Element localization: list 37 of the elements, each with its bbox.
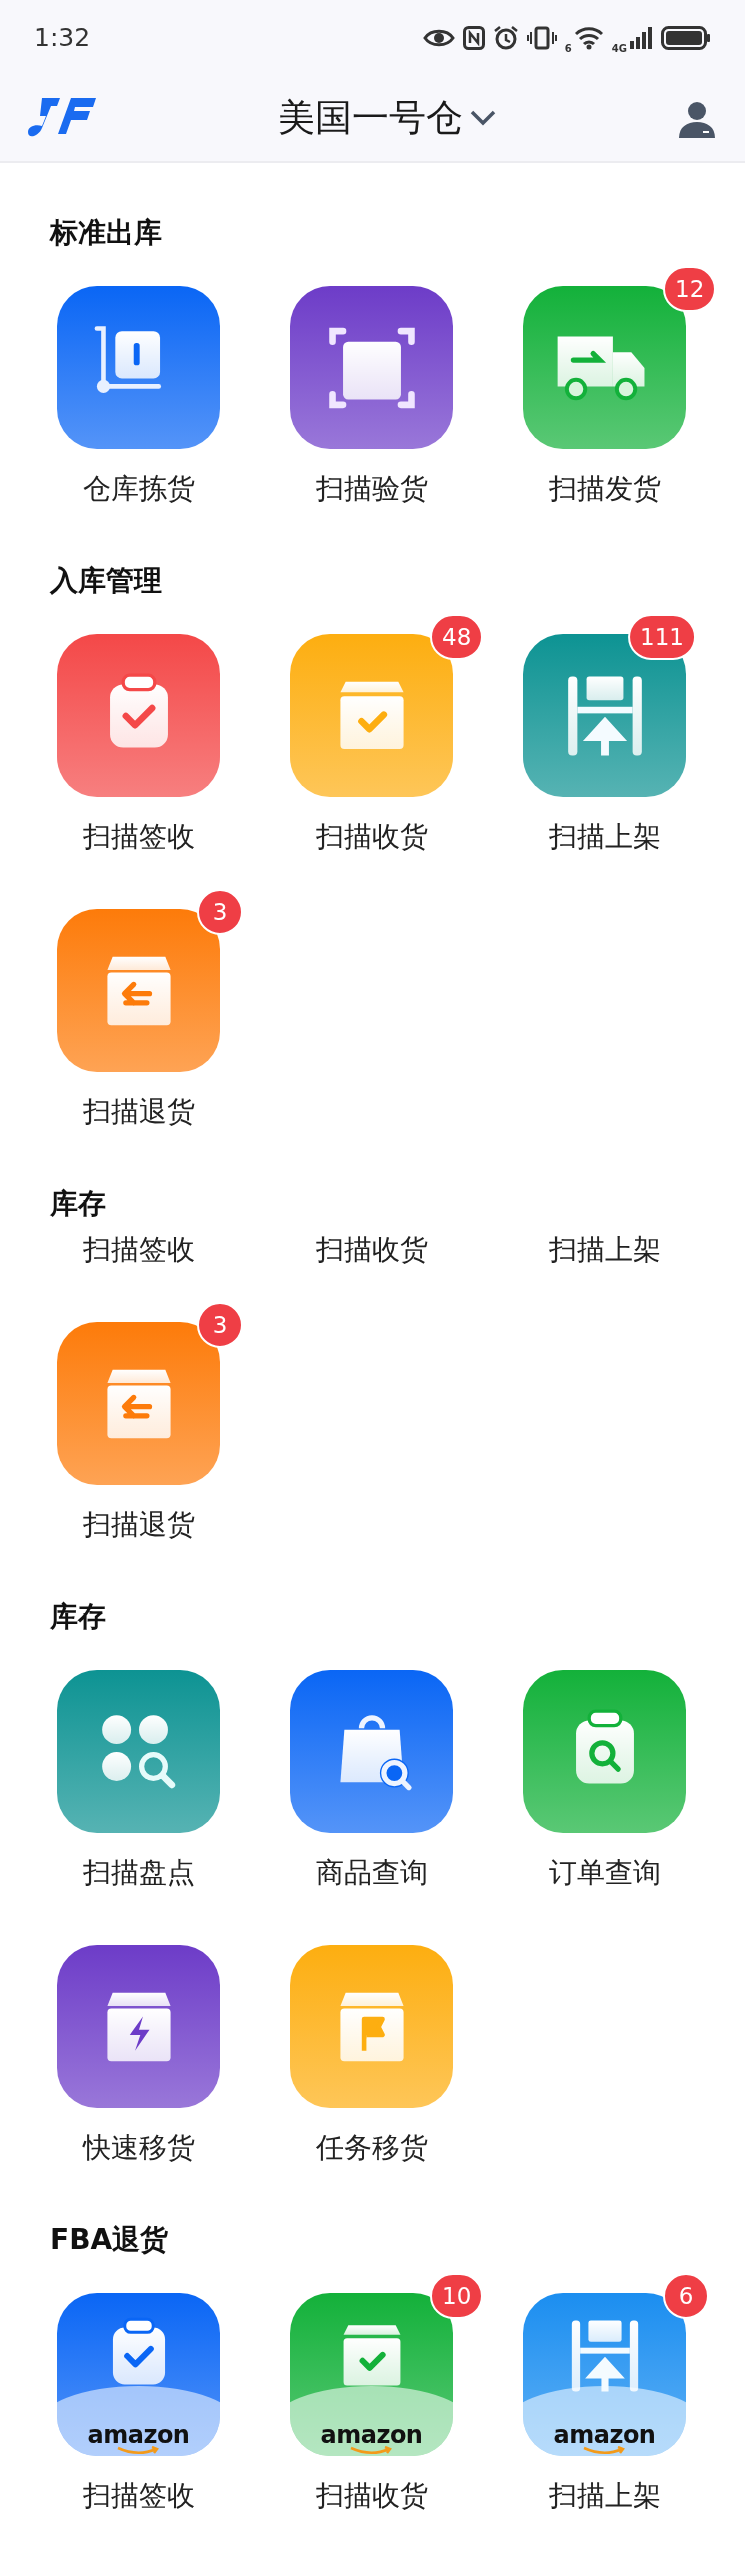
- menu-item[interactable]: 订单查询: [523, 1670, 686, 1945]
- vibrate-icon: [526, 25, 557, 50]
- count-badge: 10: [430, 2273, 484, 2319]
- warehouse-selector[interactable]: 美国一号仓: [278, 90, 497, 146]
- menu-item[interactable]: 扫描签收: [82, 1230, 195, 1322]
- brand-logo: amazon: [320, 2424, 423, 2456]
- menu-item[interactable]: amazon 扫描签收: [57, 2293, 220, 2560]
- menu-item[interactable]: 快速移货: [57, 1945, 220, 2220]
- menu-item[interactable]: 扫描验货: [290, 286, 453, 561]
- menu-item[interactable]: 任务移货: [290, 1945, 453, 2220]
- section-title: 标准出库: [48, 215, 163, 251]
- count-badge: 48: [430, 614, 484, 660]
- menu-item[interactable]: 商品查询: [290, 1670, 453, 1945]
- network-label: 4G: [611, 43, 627, 54]
- wifi-label: 6: [564, 43, 572, 54]
- alarm-icon: [492, 24, 519, 51]
- count-badge: 111: [628, 614, 696, 660]
- section-title: 库存: [49, 1599, 107, 1635]
- menu-item[interactable]: 扫描收货: [315, 1230, 428, 1322]
- menu-item[interactable]: 扫描盘点: [57, 1670, 220, 1945]
- menu-item[interactable]: 仓库拣货: [57, 286, 220, 561]
- menu-item[interactable]: 扫描上架: [548, 1230, 661, 1322]
- count-badge: 6: [663, 2273, 709, 2319]
- count-badge: 3: [197, 889, 243, 935]
- status-time: 1:32: [34, 21, 91, 54]
- count-badge: 12: [663, 266, 717, 312]
- chevron-down-icon: [469, 109, 497, 127]
- brand-logo: amazon: [553, 2424, 656, 2456]
- nfc-icon: [462, 25, 485, 50]
- section-title: 库存: [49, 1186, 107, 1222]
- brand-logo: amazon: [87, 2424, 190, 2456]
- section-title: 入库管理: [48, 563, 163, 599]
- wifi-icon: [573, 25, 604, 50]
- signal-icon: [629, 25, 653, 50]
- battery-icon: [661, 25, 711, 50]
- section-title: FBA退货: [49, 2222, 170, 2258]
- count-badge: 3: [197, 1302, 243, 1348]
